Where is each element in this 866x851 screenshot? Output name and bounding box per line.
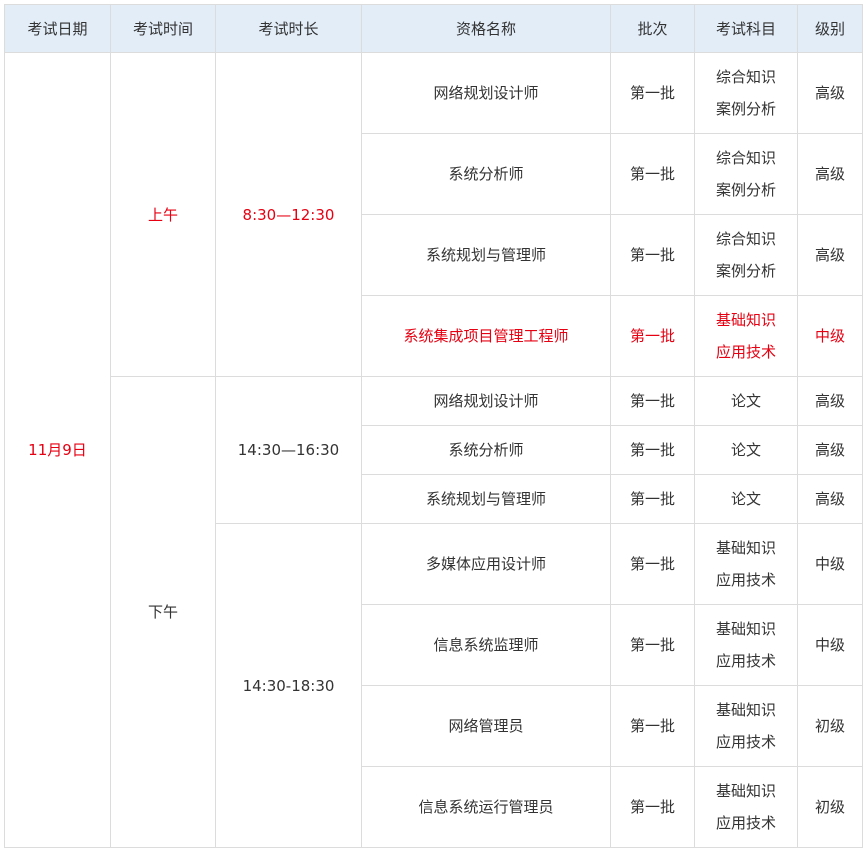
- qualification-name: 多媒体应用设计师: [361, 523, 611, 605]
- exam-duration-afternoon-2: 14:30-18:30: [215, 523, 362, 848]
- exam-duration-morning: 8:30—12:30: [215, 52, 362, 377]
- level-cell: 高级: [797, 214, 863, 296]
- subject-cell: 基础知识 应用技术: [694, 523, 798, 605]
- subject-cell: 论文: [694, 376, 798, 426]
- batch-cell: 第一批: [610, 133, 695, 215]
- qualification-name: 信息系统监理师: [361, 604, 611, 686]
- subject-line: 应用技术: [715, 733, 776, 751]
- batch-cell: 第一批: [610, 766, 695, 848]
- subject-line: 综合知识: [715, 149, 776, 167]
- qualification-name: 信息系统运行管理员: [361, 766, 611, 848]
- header-row: 考试日期 考试时间 考试时长 资格名称 批次 考试科目 级别: [4, 4, 863, 53]
- level-cell: 高级: [797, 52, 863, 134]
- subject-line: 基础知识: [715, 701, 776, 719]
- batch-cell: 第一批: [610, 523, 695, 605]
- subject-line: 案例分析: [715, 181, 776, 199]
- subject-line: 基础知识: [715, 782, 776, 800]
- qualification-name: 网络规划设计师: [361, 52, 611, 134]
- subject-line: 应用技术: [715, 343, 776, 361]
- exam-duration-afternoon-1: 14:30—16:30: [215, 376, 362, 524]
- level-cell: 高级: [797, 425, 863, 475]
- exam-period-afternoon: 下午: [110, 376, 216, 848]
- subject-line: 基础知识: [715, 620, 776, 638]
- subject-line: 案例分析: [715, 262, 776, 280]
- qualification-name: 网络管理员: [361, 685, 611, 767]
- header-exam-date: 考试日期: [4, 4, 111, 53]
- subject-cell: 论文: [694, 474, 798, 524]
- header-exam-duration: 考试时长: [215, 4, 362, 53]
- header-level: 级别: [797, 4, 863, 53]
- subject-cell: 综合知识 案例分析: [694, 133, 798, 215]
- header-qualification-name: 资格名称: [361, 4, 611, 53]
- qualification-name: 系统集成项目管理工程师: [361, 295, 611, 377]
- subject-cell: 综合知识 案例分析: [694, 214, 798, 296]
- subject-cell: 基础知识 应用技术: [694, 604, 798, 686]
- subject-line: 基础知识: [715, 311, 776, 329]
- batch-cell: 第一批: [610, 685, 695, 767]
- batch-cell: 第一批: [610, 425, 695, 475]
- subject-line: 综合知识: [715, 68, 776, 86]
- batch-cell: 第一批: [610, 604, 695, 686]
- subject-cell: 基础知识 应用技术: [694, 685, 798, 767]
- level-cell: 初级: [797, 685, 863, 767]
- subject-cell: 论文: [694, 425, 798, 475]
- exam-date-cell: 11月9日: [4, 52, 111, 848]
- batch-cell: 第一批: [610, 295, 695, 377]
- subject-line: 综合知识: [715, 230, 776, 248]
- header-exam-subject: 考试科目: [694, 4, 798, 53]
- qualification-name: 系统分析师: [361, 133, 611, 215]
- level-cell: 中级: [797, 523, 863, 605]
- qualification-name: 系统分析师: [361, 425, 611, 475]
- batch-cell: 第一批: [610, 214, 695, 296]
- level-cell: 高级: [797, 133, 863, 215]
- level-cell: 高级: [797, 474, 863, 524]
- subject-cell: 基础知识 应用技术: [694, 295, 798, 377]
- subject-cell: 综合知识 案例分析: [694, 52, 798, 134]
- level-cell: 初级: [797, 766, 863, 848]
- level-cell: 高级: [797, 376, 863, 426]
- table-row: 11月9日 上午 8:30—12:30 网络规划设计师 第一批 综合知识 案例分…: [4, 52, 863, 848]
- batch-cell: 第一批: [610, 52, 695, 134]
- table-row: 下午 14:30—16:30 网络规划设计师 第一批 论文 高级: [5, 376, 863, 848]
- subject-line: 应用技术: [715, 814, 776, 832]
- subject-line: 应用技术: [715, 652, 776, 670]
- level-cell: 中级: [797, 295, 863, 377]
- exam-schedule-table: 考试日期 考试时间 考试时长 资格名称 批次 考试科目 级别 11月9日 上午 …: [4, 4, 863, 848]
- subject-line: 基础知识: [715, 539, 776, 557]
- exam-period-morning: 上午: [110, 52, 216, 377]
- level-cell: 中级: [797, 604, 863, 686]
- header-batch: 批次: [610, 4, 695, 53]
- batch-cell: 第一批: [610, 376, 695, 426]
- qualification-name: 网络规划设计师: [361, 376, 611, 426]
- header-exam-time: 考试时间: [110, 4, 216, 53]
- qualification-name: 系统规划与管理师: [361, 474, 611, 524]
- subject-cell: 基础知识 应用技术: [694, 766, 798, 848]
- batch-cell: 第一批: [610, 474, 695, 524]
- subject-line: 案例分析: [715, 100, 776, 118]
- subject-line: 应用技术: [715, 571, 776, 589]
- qualification-name: 系统规划与管理师: [361, 214, 611, 296]
